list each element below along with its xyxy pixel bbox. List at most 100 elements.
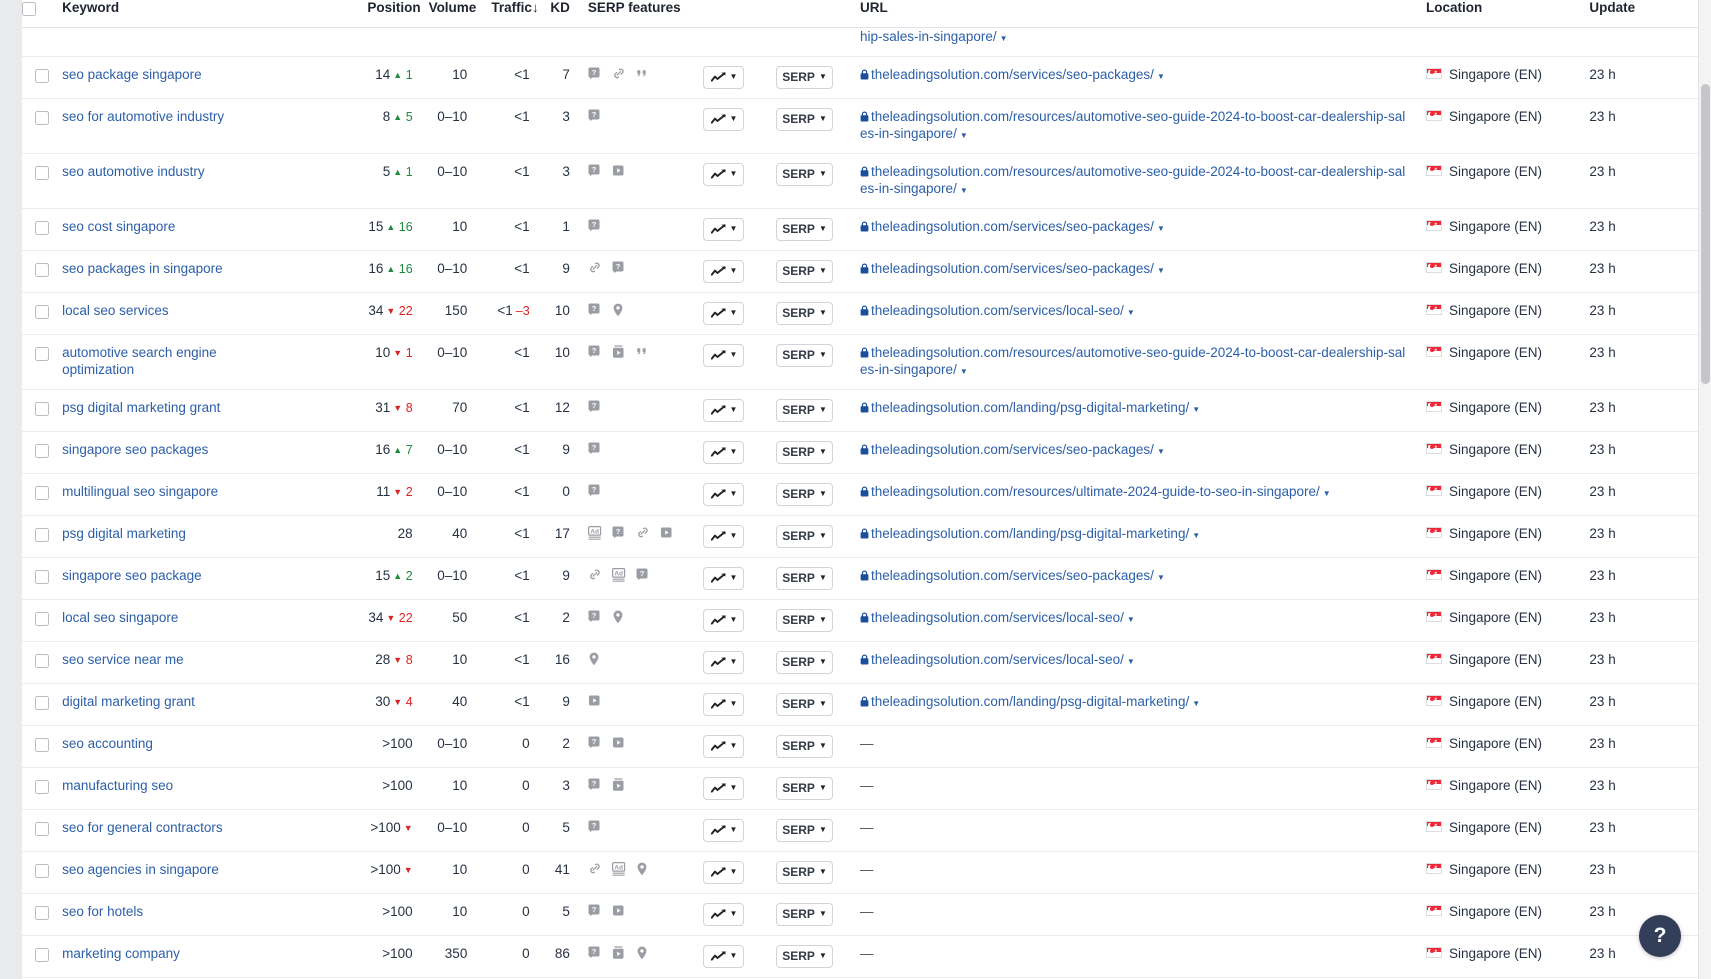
- row-checkbox[interactable]: [35, 485, 49, 500]
- table-row[interactable]: manufacturing seo >100 10 0 3 ? ▼ SERP ▼ …: [22, 767, 1698, 810]
- sitelinks-icon[interactable]: [636, 526, 649, 539]
- row-checkbox[interactable]: [35, 262, 49, 277]
- serp-button[interactable]: SERP ▼: [776, 343, 834, 367]
- row-url-link[interactable]: theleadingsolution.com/services/local-se…: [860, 610, 1124, 625]
- row-checkbox[interactable]: [35, 695, 49, 710]
- serp-button[interactable]: SERP ▼: [776, 650, 834, 674]
- snippet-icon[interactable]: [636, 345, 649, 358]
- table-row[interactable]: singapore seo packages 16 ▲ 7 0–10 <1 9 ?…: [22, 431, 1698, 474]
- url-dropdown-caret-icon[interactable]: ▼: [1127, 615, 1135, 624]
- trend-chart-button[interactable]: ▼: [703, 818, 745, 842]
- row-select-cell[interactable]: [22, 599, 62, 641]
- video-icon[interactable]: [660, 526, 673, 539]
- keyword-link[interactable]: psg digital marketing grant: [62, 399, 220, 416]
- keyword-link[interactable]: seo for hotels: [62, 903, 143, 920]
- row-checkbox[interactable]: [35, 947, 49, 962]
- faq-icon[interactable]: ?: [588, 946, 601, 959]
- row-url-link[interactable]: theleadingsolution.com/services/seo-pack…: [860, 219, 1154, 234]
- row-checkbox[interactable]: [35, 527, 49, 542]
- sitelinks-icon[interactable]: [588, 568, 601, 581]
- faq-icon[interactable]: ?: [588, 736, 601, 749]
- row-url-link[interactable]: theleadingsolution.com/landing/psg-digit…: [860, 400, 1189, 415]
- table-row[interactable]: seo service near me 28 ▼ 8 10 <1 16 ▼ SER…: [22, 641, 1698, 684]
- trend-chart-button[interactable]: ▼: [703, 440, 745, 464]
- snippet-icon[interactable]: [636, 67, 649, 80]
- header-position[interactable]: Position: [333, 0, 421, 28]
- header-update[interactable]: Update: [1575, 0, 1698, 28]
- page-scrollbar[interactable]: [1698, 0, 1711, 979]
- row-checkbox[interactable]: [35, 443, 49, 458]
- keyword-link[interactable]: seo package singapore: [62, 66, 202, 83]
- trend-chart-button[interactable]: ▼: [703, 902, 745, 926]
- header-traffic[interactable]: Traffic↓: [476, 0, 539, 28]
- ad-icon[interactable]: Ad: [611, 567, 626, 582]
- url-dropdown-caret-icon[interactable]: ▼: [1192, 531, 1200, 540]
- row-checkbox[interactable]: [35, 737, 49, 752]
- row-checkbox[interactable]: [35, 165, 49, 180]
- url-dropdown-caret-icon[interactable]: ▼: [1157, 266, 1165, 275]
- video-carousel-icon[interactable]: [612, 946, 625, 959]
- trend-chart-button[interactable]: ▼: [703, 524, 745, 548]
- keyword-link[interactable]: seo agencies in singapore: [62, 861, 219, 878]
- row-url-link[interactable]: theleadingsolution.com/landing/psg-digit…: [860, 526, 1189, 541]
- table-row[interactable]: local seo singapore 34 ▼ 22 50 <1 2 ? ▼ S…: [22, 599, 1698, 642]
- serp-button[interactable]: SERP ▼: [776, 860, 834, 884]
- row-url-link[interactable]: theleadingsolution.com/services/local-se…: [860, 303, 1124, 318]
- table-row[interactable]: seo for hotels >100 10 0 5 ? ▼ SERP ▼ — ★…: [22, 893, 1698, 936]
- video-carousel-icon[interactable]: [612, 778, 625, 791]
- serp-button[interactable]: SERP ▼: [776, 734, 834, 758]
- row-checkbox[interactable]: [35, 220, 49, 235]
- keyword-link[interactable]: seo accounting: [62, 735, 153, 752]
- url-dropdown-caret-icon[interactable]: ▼: [960, 367, 968, 376]
- url-dropdown-caret-icon[interactable]: ▼: [1157, 573, 1165, 582]
- row-checkbox[interactable]: [35, 779, 49, 794]
- url-dropdown-caret-icon[interactable]: ▼: [1192, 405, 1200, 414]
- table-row[interactable]: seo automotive industry 5 ▲ 1 0–10 <1 3 ?…: [22, 153, 1698, 209]
- url-dropdown-caret-icon[interactable]: ▼: [960, 131, 968, 140]
- sitelinks-icon[interactable]: [612, 67, 625, 80]
- trend-chart-button[interactable]: ▼: [703, 65, 745, 89]
- row-url-link[interactable]: theleadingsolution.com/services/seo-pack…: [860, 568, 1154, 583]
- serp-button[interactable]: SERP ▼: [776, 301, 834, 325]
- row-select-cell[interactable]: [22, 431, 62, 473]
- keyword-link[interactable]: manufacturing seo: [62, 777, 173, 794]
- serp-button[interactable]: SERP ▼: [776, 608, 834, 632]
- keyword-link[interactable]: local seo services: [62, 302, 169, 319]
- row-url-link[interactable]: theleadingsolution.com/services/local-se…: [860, 652, 1124, 667]
- local-pack-icon[interactable]: [636, 946, 649, 960]
- serp-button[interactable]: SERP ▼: [776, 107, 834, 131]
- row-url-link[interactable]: theleadingsolution.com/resources/ultimat…: [860, 484, 1320, 499]
- row-url-link[interactable]: theleadingsolution.com/services/seo-pack…: [860, 442, 1154, 457]
- faq-icon[interactable]: ?: [588, 219, 601, 232]
- serp-button[interactable]: SERP ▼: [776, 259, 834, 283]
- trend-chart-button[interactable]: ▼: [703, 650, 745, 674]
- video-icon[interactable]: [612, 904, 625, 917]
- trend-chart-button[interactable]: ▼: [703, 734, 745, 758]
- row-url-link[interactable]: theleadingsolution.com/services/seo-pack…: [860, 261, 1154, 276]
- table-row[interactable]: singapore seo package 15 ▲ 2 0–10 <1 9 Ad…: [22, 557, 1698, 600]
- row-select-cell[interactable]: [22, 98, 62, 153]
- keyword-link[interactable]: automotive search engine optimization: [62, 344, 292, 378]
- row-url-link-continuation[interactable]: hip-sales-in-singapore/: [860, 29, 997, 44]
- sitelinks-icon[interactable]: [588, 862, 601, 875]
- row-checkbox[interactable]: [35, 401, 49, 416]
- keyword-link[interactable]: digital marketing grant: [62, 693, 195, 710]
- url-dropdown-caret-icon[interactable]: ▼: [1157, 72, 1165, 81]
- header-volume[interactable]: Volume: [420, 0, 477, 28]
- header-url[interactable]: URL: [846, 0, 1414, 28]
- serp-button[interactable]: SERP ▼: [776, 818, 834, 842]
- table-row[interactable]: marketing company >100 350 0 86 ? ▼ SERP…: [22, 935, 1698, 978]
- url-dropdown-caret-icon[interactable]: ▼: [1157, 447, 1165, 456]
- keyword-link[interactable]: local seo singapore: [62, 609, 178, 626]
- row-select-cell[interactable]: [22, 292, 62, 334]
- row-select-cell[interactable]: [22, 27, 62, 56]
- keyword-link[interactable]: psg digital marketing: [62, 525, 186, 542]
- table-row[interactable]: local seo services 34 ▼ 22 150 <1 –3 10 ? …: [22, 292, 1698, 335]
- table-row[interactable]: seo agencies in singapore >100 ▼ 10 0 41 …: [22, 851, 1698, 894]
- row-select-cell[interactable]: [22, 473, 62, 515]
- scrollbar-thumb[interactable]: [1701, 84, 1710, 384]
- row-checkbox[interactable]: [35, 905, 49, 920]
- table-row[interactable]: seo for automotive industry 8 ▲ 5 0–10 <1…: [22, 98, 1698, 154]
- table-row[interactable]: psg digital marketing 28 40 <1 17 Ad? ▼ …: [22, 515, 1698, 558]
- keyword-link[interactable]: seo for general contractors: [62, 819, 223, 836]
